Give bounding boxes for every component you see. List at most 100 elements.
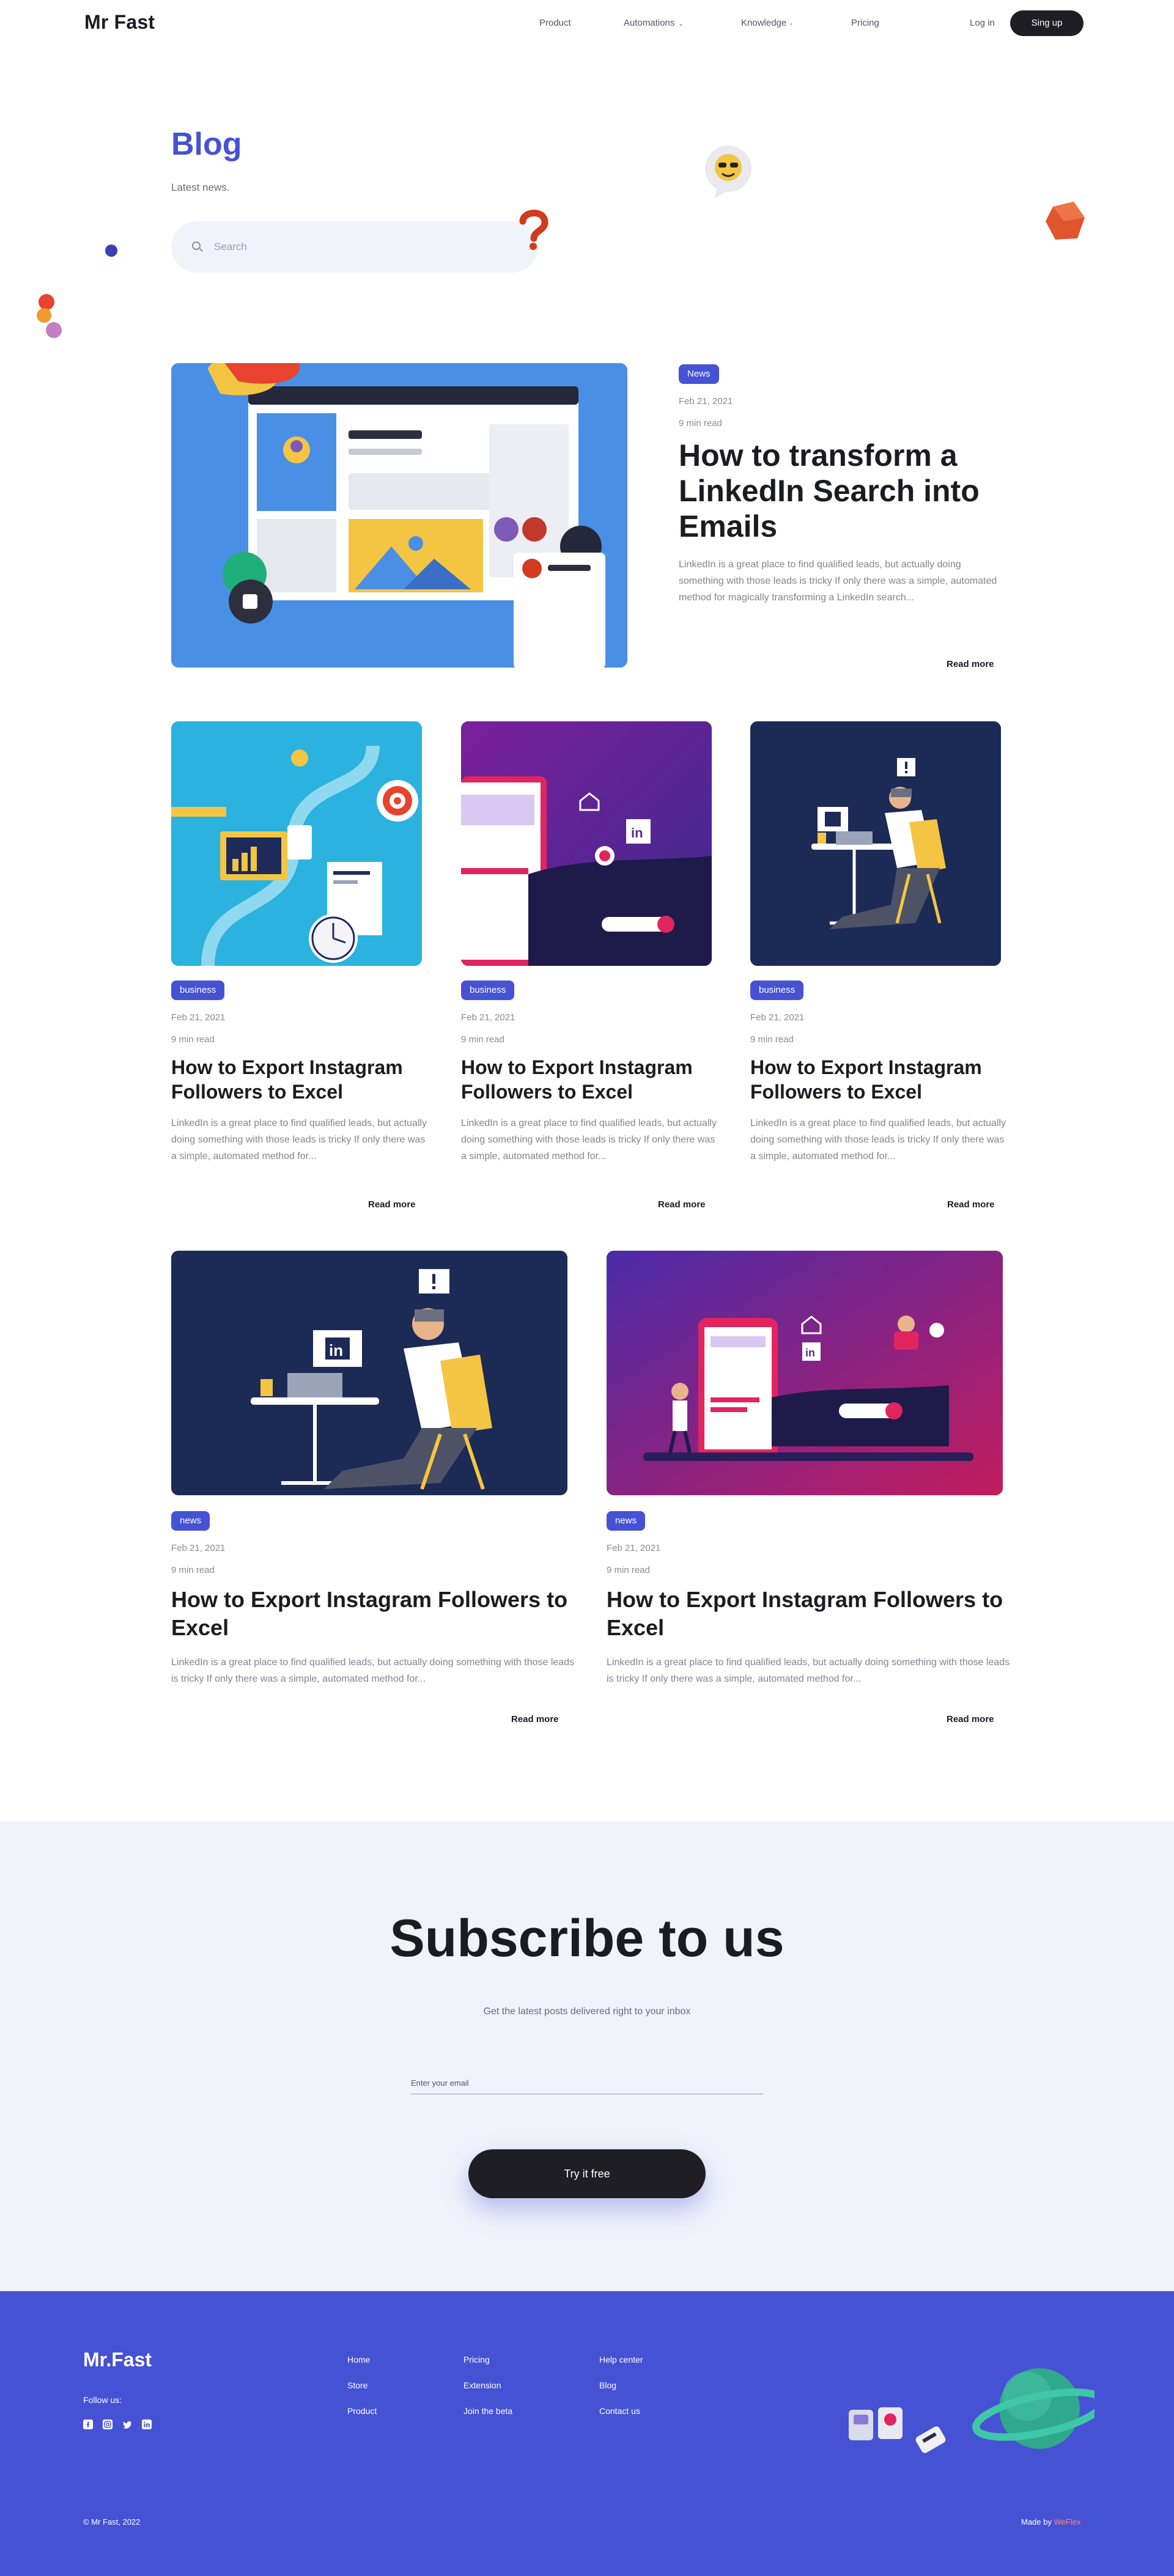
post-excerpt: LinkedIn is a great place to find qualif… bbox=[461, 1118, 717, 1161]
read-more-link[interactable]: Read more bbox=[658, 1199, 706, 1210]
linkedin-icon[interactable] bbox=[142, 2420, 152, 2429]
social-media-illustration bbox=[171, 363, 627, 668]
question-mark-decoration bbox=[519, 210, 548, 250]
made-by-text: Made by WeFlex bbox=[1021, 2517, 1080, 2526]
post-title[interactable]: How to Export Instagram Followers to Exc… bbox=[171, 1055, 428, 1104]
instagram-icon[interactable] bbox=[103, 2420, 113, 2429]
subscribe-section bbox=[0, 1822, 1174, 2291]
read-more-link[interactable]: Read more bbox=[511, 1714, 559, 1724]
chevron-right-icon: › bbox=[790, 21, 792, 28]
category-tag[interactable]: News bbox=[679, 364, 719, 384]
marketing-illustration: in bbox=[607, 1251, 1003, 1495]
copyright-text: © Mr Fast, 2022 bbox=[83, 2517, 141, 2526]
remote-work-illustration bbox=[750, 721, 1001, 966]
post-card-image[interactable]: in bbox=[607, 1251, 1003, 1495]
read-more-link[interactable]: Read more bbox=[947, 659, 994, 669]
featured-post-title[interactable]: How to transform a LinkedIn Search into … bbox=[679, 438, 1009, 544]
post-read-time: 9 min read bbox=[750, 1034, 794, 1045]
category-tag[interactable]: news bbox=[607, 1511, 646, 1531]
svg-text:in: in bbox=[805, 1347, 815, 1359]
follow-us-label: Follow us: bbox=[83, 2395, 122, 2405]
footer-link-store[interactable]: Store bbox=[347, 2380, 367, 2390]
nav-item-pricing[interactable]: Pricing bbox=[851, 18, 879, 28]
post-date: Feb 21, 2021 bbox=[679, 396, 733, 407]
signup-button[interactable]: Sing up bbox=[1010, 10, 1084, 36]
try-it-free-button[interactable]: Try it free bbox=[468, 2149, 706, 2198]
post-card-image[interactable]: in bbox=[171, 1251, 567, 1495]
post-card-image[interactable] bbox=[750, 721, 1001, 966]
read-more-link[interactable]: Read more bbox=[947, 1199, 995, 1210]
remote-work-illustration: in bbox=[171, 1251, 567, 1495]
logo[interactable]: Mr Fast bbox=[84, 11, 155, 34]
chevron-down-icon: ⌄ bbox=[678, 21, 684, 28]
emoji-bubble-decoration bbox=[705, 145, 751, 199]
twitter-icon[interactable] bbox=[122, 2420, 132, 2429]
search-bar[interactable] bbox=[171, 221, 538, 273]
nav-item-label: Knowledge bbox=[741, 18, 787, 28]
made-by-label: Made by bbox=[1021, 2517, 1052, 2526]
post-title[interactable]: How to Export Instagram Followers to Exc… bbox=[607, 1586, 1010, 1642]
footer-link-product[interactable]: Product bbox=[347, 2406, 377, 2416]
email-field[interactable] bbox=[411, 2072, 763, 2094]
post-date: Feb 21, 2021 bbox=[607, 1543, 661, 1553]
cube-decoration bbox=[1046, 202, 1085, 240]
footer-link-join-beta[interactable]: Join the beta bbox=[463, 2406, 512, 2416]
category-tag[interactable]: business bbox=[171, 981, 225, 1000]
page-title: Blog bbox=[171, 127, 242, 162]
top-navbar: Mr Fast Product Automations ⌄ Knowledge › … bbox=[0, 0, 1174, 45]
post-excerpt: LinkedIn is a great place to find qualif… bbox=[679, 559, 997, 603]
footer-link-contact[interactable]: Contact us bbox=[599, 2406, 640, 2416]
read-more-link[interactable]: Read more bbox=[947, 1714, 994, 1724]
search-icon bbox=[192, 241, 201, 250]
nav-item-knowledge[interactable]: Knowledge › bbox=[741, 18, 792, 28]
post-read-time: 9 min read bbox=[171, 1565, 215, 1575]
svg-text:in: in bbox=[329, 1341, 343, 1360]
footer-link-help-center[interactable]: Help center bbox=[599, 2355, 643, 2364]
nav-item-label: Pricing bbox=[851, 18, 879, 28]
category-tag[interactable]: news bbox=[171, 1511, 210, 1531]
post-excerpt: LinkedIn is a great place to find qualif… bbox=[171, 1118, 427, 1161]
post-read-time: 9 min read bbox=[461, 1034, 504, 1045]
subscribe-title: Subscribe to us bbox=[389, 1909, 785, 1968]
nav-item-label: Product bbox=[539, 18, 571, 28]
footer-link-pricing[interactable]: Pricing bbox=[463, 2355, 490, 2364]
post-date: Feb 21, 2021 bbox=[750, 1012, 805, 1023]
read-more-link[interactable]: Read more bbox=[368, 1199, 416, 1210]
login-link[interactable]: Log in bbox=[970, 18, 995, 28]
search-input[interactable] bbox=[214, 235, 508, 259]
nav-item-product[interactable]: Product bbox=[539, 18, 571, 28]
footer-link-extension[interactable]: Extension bbox=[463, 2380, 501, 2390]
subscribe-text: Get the latest posts delivered right to … bbox=[483, 2006, 691, 2017]
post-title[interactable]: How to Export Instagram Followers to Exc… bbox=[171, 1586, 575, 1642]
nav-item-automations[interactable]: Automations ⌄ bbox=[624, 18, 684, 28]
planet-decoration bbox=[849, 2368, 1095, 2453]
footer-link-blog[interactable]: Blog bbox=[599, 2380, 616, 2390]
footer-logo[interactable]: Mr.Fast bbox=[83, 2349, 152, 2371]
category-tag[interactable]: business bbox=[750, 981, 804, 1000]
business-illustration bbox=[171, 721, 422, 966]
post-read-time: 9 min read bbox=[171, 1034, 215, 1045]
sphere-decoration bbox=[105, 245, 117, 257]
footer-link-home[interactable]: Home bbox=[347, 2355, 370, 2364]
post-read-time: 9 min read bbox=[679, 418, 722, 429]
featured-post-image[interactable] bbox=[171, 363, 627, 668]
post-card-image[interactable] bbox=[171, 721, 422, 966]
facebook-icon[interactable] bbox=[83, 2420, 93, 2429]
post-date: Feb 21, 2021 bbox=[171, 1012, 226, 1023]
marketing-illustration: in bbox=[461, 721, 712, 966]
balls-decoration bbox=[37, 294, 62, 338]
category-tag[interactable]: business bbox=[461, 981, 515, 1000]
post-date: Feb 21, 2021 bbox=[171, 1543, 226, 1553]
post-card-image[interactable]: in bbox=[461, 721, 712, 966]
featured-post-meta: News bbox=[679, 364, 719, 384]
post-read-time: 9 min read bbox=[607, 1565, 650, 1575]
post-excerpt: LinkedIn is a great place to find qualif… bbox=[171, 1657, 575, 1684]
post-excerpt: LinkedIn is a great place to find qualif… bbox=[750, 1118, 1006, 1161]
post-title[interactable]: How to Export Instagram Followers to Exc… bbox=[461, 1055, 718, 1104]
post-excerpt: LinkedIn is a great place to find qualif… bbox=[607, 1657, 1010, 1684]
post-title[interactable]: How to Export Instagram Followers to Exc… bbox=[750, 1055, 1007, 1104]
post-date: Feb 21, 2021 bbox=[461, 1012, 515, 1023]
nav-item-label: Automations bbox=[624, 18, 675, 28]
svg-text:in: in bbox=[631, 825, 643, 841]
made-by-link[interactable]: WeFlex bbox=[1054, 2517, 1081, 2526]
